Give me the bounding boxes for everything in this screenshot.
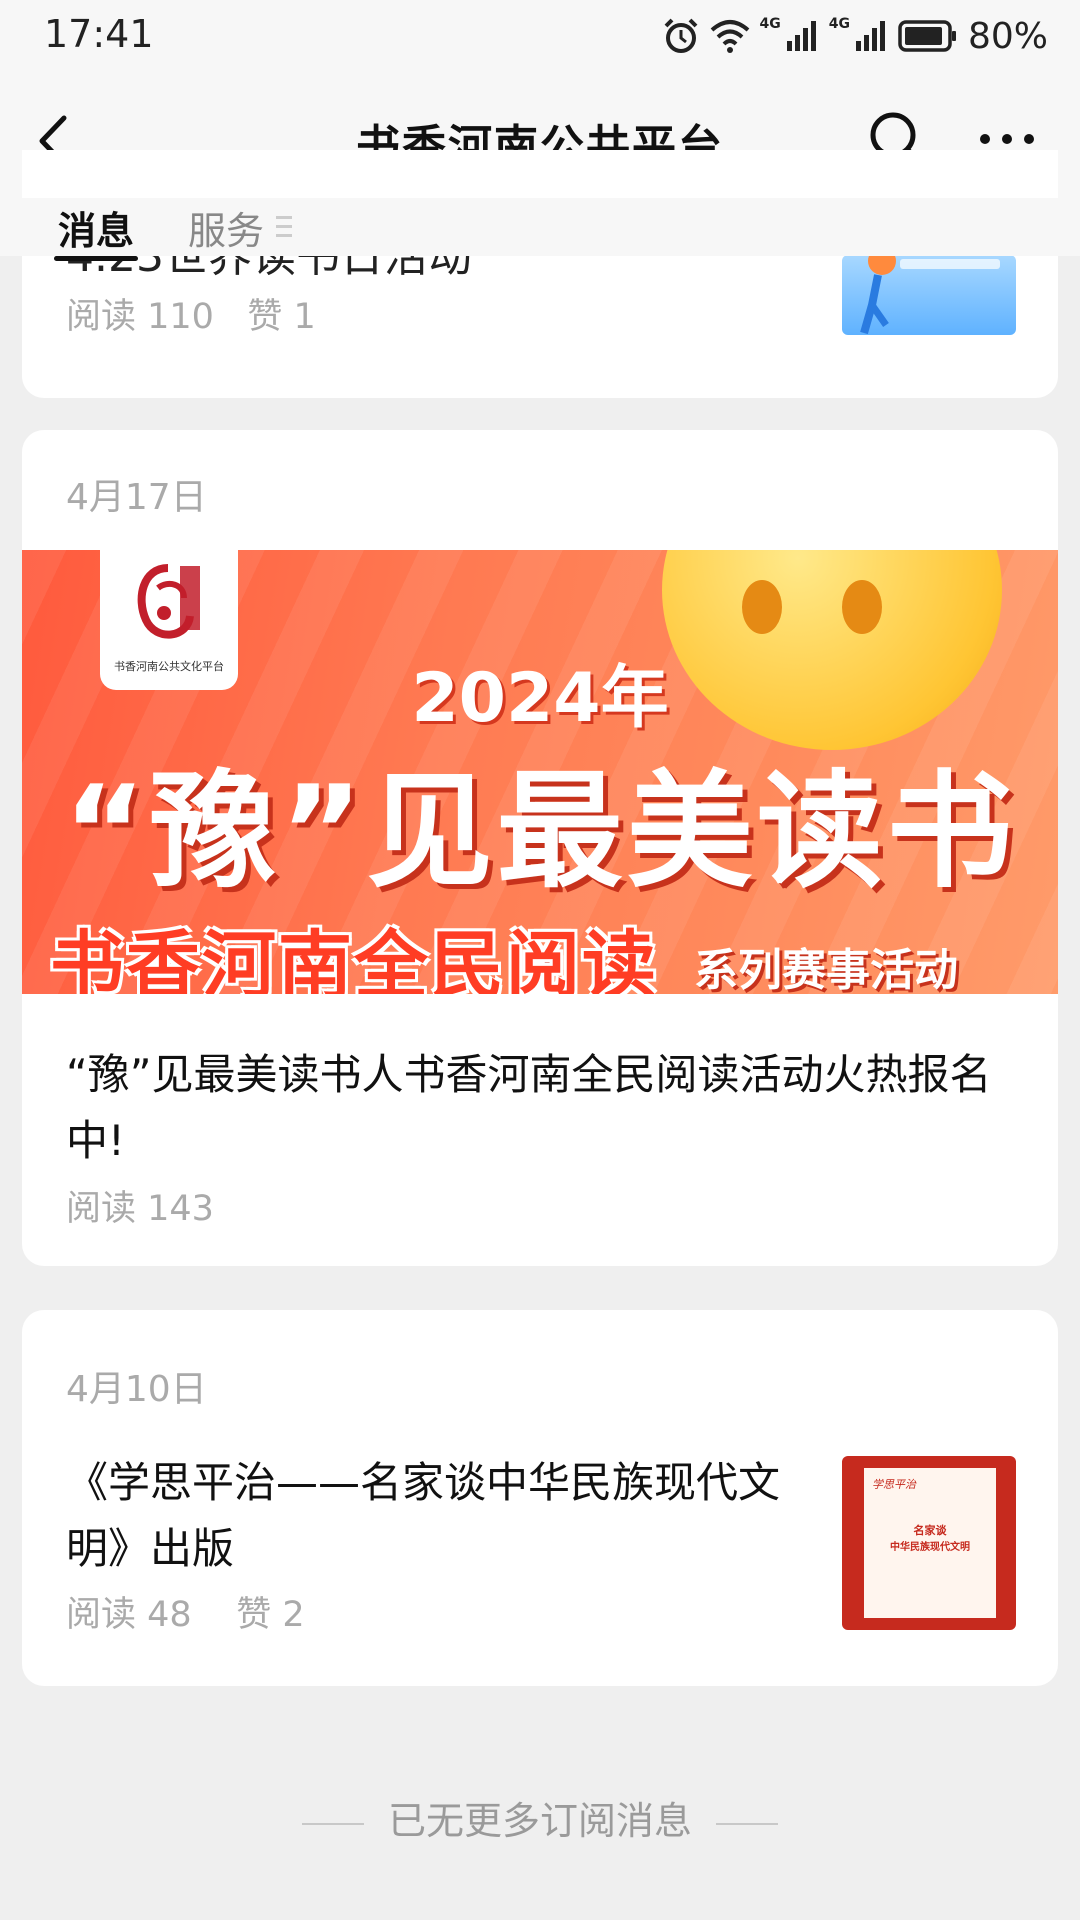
status-time: 17:41 xyxy=(44,12,154,56)
logo-icon xyxy=(137,564,200,639)
article-date: 4月10日 xyxy=(66,1369,207,1410)
banner-subtitle: 书香河南全民阅读 xyxy=(50,923,658,994)
article-card-3[interactable]: 4月10日 《学思平治——名家谈中华民族现代文明》出版 阅读 48 赞 2 学思… xyxy=(22,1310,1058,1686)
status-icons: 4G 4G 80% xyxy=(662,14,1048,58)
divider-left xyxy=(301,1822,364,1825)
tab-services[interactable]: 服务 xyxy=(188,200,264,255)
article-date: 4月17日 xyxy=(66,477,207,518)
article-title: “豫”见最美读书人书香河南全民阅读活动火热报名中! xyxy=(66,1050,992,1165)
read-count: 阅读 143 xyxy=(66,1189,214,1229)
tab-messages[interactable]: 消息 xyxy=(53,200,139,261)
book-cover-thumbnail: 学思平治 名家谈 中华民族现代文明 xyxy=(842,1456,1016,1630)
read-count: 阅读 110 xyxy=(66,297,214,337)
wifi-icon xyxy=(710,20,749,53)
end-text: 已无更多订阅消息 xyxy=(387,1799,692,1843)
banner-tagline: 系列赛事活动 xyxy=(694,945,958,994)
menu-lines-icon xyxy=(276,216,292,237)
like-count: 赞 1 xyxy=(247,297,316,337)
end-of-list: 已无更多订阅消息 xyxy=(0,1790,1080,1845)
article-stats: 阅读 110 赞 1 xyxy=(66,288,316,339)
banner-year: 2024年 xyxy=(411,659,669,738)
network-type-2: 4G xyxy=(828,16,850,32)
runner-figure-icon xyxy=(860,255,1000,335)
divider-right xyxy=(716,1822,778,1825)
network-type-1: 4G xyxy=(759,16,781,32)
signal-icon-2 xyxy=(855,21,885,51)
status-bar: 17:41 4G 4G 80% xyxy=(0,0,1080,76)
book-title-line1: 名家谈 xyxy=(913,1524,947,1537)
signal-icon-1 xyxy=(786,21,816,51)
alarm-icon xyxy=(664,18,697,53)
article-banner: 书香河南公共文化平台 2024年 “豫”见最美读书人 书香河南全民阅读 系列赛事… xyxy=(22,550,1058,994)
tab-bar: 消息 服务 xyxy=(0,198,1080,261)
read-count: 阅读 48 xyxy=(66,1595,192,1635)
book-title-line2: 中华民族现代文明 xyxy=(890,1542,970,1553)
book-brush-title: 学思平治 xyxy=(872,1478,916,1491)
battery-icon xyxy=(898,20,956,52)
article-stats: 阅读 48 赞 2 xyxy=(66,1586,305,1637)
battery-percent: 80% xyxy=(967,15,1048,57)
article-card-2[interactable]: 4月17日 书香河南公共文化平台 2024年 “豫”见最美读书人 书香河南全民阅… xyxy=(22,430,1058,1266)
article-card-1[interactable]: 4.23世界读书日活动 阅读 110 赞 1 xyxy=(22,150,1058,398)
article-stats: 阅读 143 xyxy=(66,1180,214,1231)
article-thumbnail xyxy=(842,255,1016,335)
article-title: 《学思平治——名家谈中华民族现代文明》出版 xyxy=(66,1458,781,1573)
like-count: 赞 2 xyxy=(236,1595,305,1635)
